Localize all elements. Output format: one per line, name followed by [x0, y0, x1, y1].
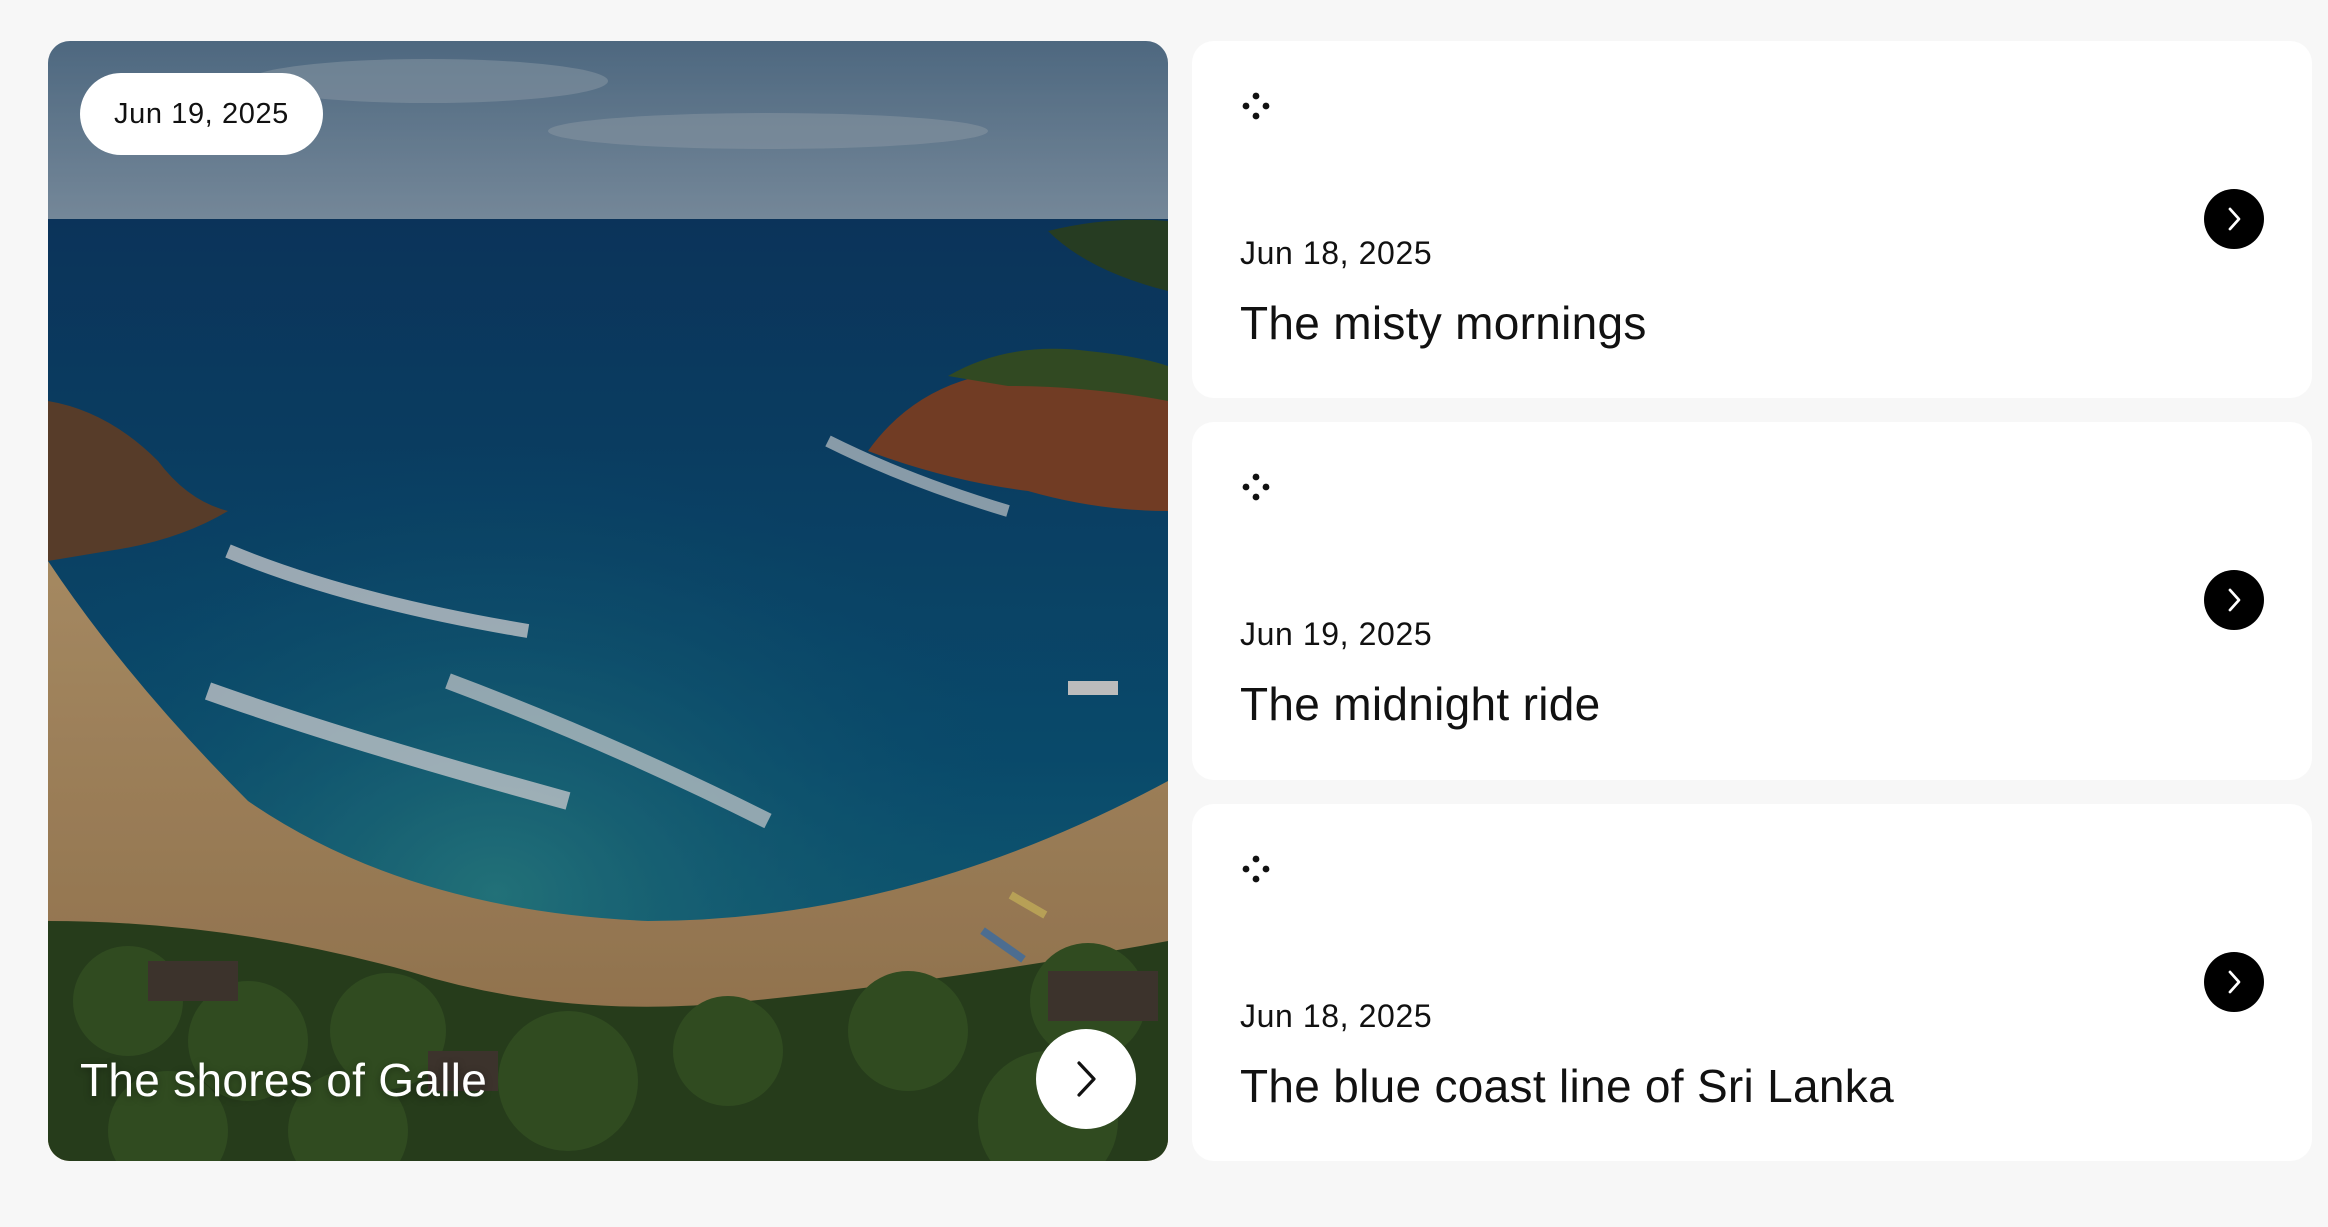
chevron-right-icon	[2228, 970, 2241, 994]
dots-icon	[1242, 92, 1270, 120]
post-next-button[interactable]	[2204, 189, 2264, 249]
chevron-right-icon	[2228, 588, 2241, 612]
chevron-right-icon	[1077, 1061, 1096, 1097]
post-title[interactable]: The midnight ride	[1240, 677, 1601, 731]
post-title[interactable]: The blue coast line of Sri Lanka	[1240, 1059, 1894, 1113]
post-card[interactable]: Jun 19, 2025 The midnight ride	[1192, 422, 2312, 780]
post-next-button[interactable]	[2204, 951, 2264, 1012]
featured-photo	[48, 41, 1168, 1161]
post-list: Jun 18, 2025 The misty mornings Jun 19, …	[1192, 41, 2312, 1161]
post-next-button[interactable]	[2204, 570, 2264, 631]
featured-title[interactable]: The shores of Galle	[80, 1053, 487, 1107]
post-title[interactable]: The misty mornings	[1240, 296, 1647, 350]
dots-icon	[1242, 473, 1270, 501]
chevron-right-icon	[2228, 207, 2241, 231]
featured-next-button[interactable]	[1036, 1029, 1136, 1129]
featured-post-card[interactable]: Jun 19, 2025 The shores of Galle	[48, 41, 1168, 1161]
post-date: Jun 18, 2025	[1240, 997, 1433, 1034]
blog-grid: Jun 19, 2025 The shores of Galle Jun 18,…	[48, 41, 2312, 1161]
dots-icon	[1242, 855, 1270, 883]
featured-date: Jun 19, 2025	[114, 97, 289, 130]
post-date: Jun 18, 2025	[1240, 235, 1433, 271]
post-card[interactable]: Jun 18, 2025 The blue coast line of Sri …	[1192, 803, 2312, 1161]
featured-date-badge: Jun 19, 2025	[80, 73, 323, 155]
post-date: Jun 19, 2025	[1240, 616, 1433, 653]
post-card[interactable]: Jun 18, 2025 The misty mornings	[1192, 41, 2312, 399]
